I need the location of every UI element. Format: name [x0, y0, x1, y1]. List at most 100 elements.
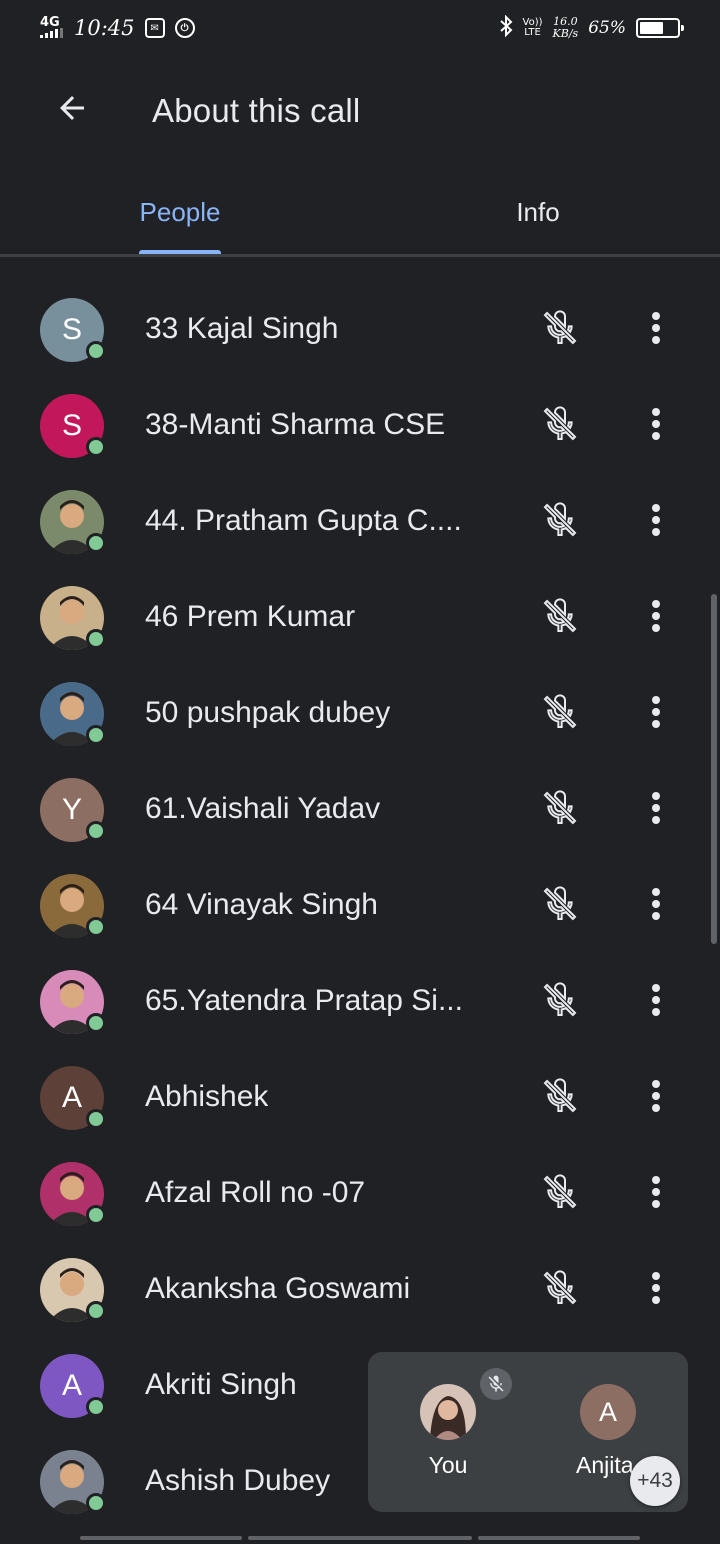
app-bar: About this call [0, 56, 720, 170]
mic-off-icon [543, 694, 577, 729]
mute-participant-button[interactable] [532, 300, 588, 356]
arrow-left-icon [60, 96, 84, 120]
more-options-button[interactable] [628, 876, 684, 932]
more-options-button[interactable] [628, 300, 684, 356]
mic-off-icon [543, 982, 577, 1017]
participant-name: 38-Manti Sharma CSE [145, 408, 446, 441]
more-vert-icon [652, 1272, 660, 1304]
participant-row[interactable]: 46 Prem Kumar [0, 576, 720, 672]
online-status-dot [86, 629, 106, 649]
more-options-button[interactable] [628, 1068, 684, 1124]
speed-unit: KB/s [552, 27, 579, 40]
participant-name: 65.Yatendra Pratap Si... [145, 984, 463, 1017]
volte-icon: Vo)) LTE [523, 18, 543, 38]
back-button[interactable] [44, 80, 100, 136]
participant-row[interactable]: Akanksha Goswami [0, 1248, 720, 1344]
online-status-dot [86, 1109, 106, 1129]
mute-participant-button[interactable] [532, 972, 588, 1028]
mic-off-icon [543, 502, 577, 537]
mic-off-icon [543, 598, 577, 633]
participant-name: 33 Kajal Singh [145, 312, 339, 345]
participant-row[interactable]: A Abhishek [0, 1056, 720, 1152]
participant-name: Abhishek [145, 1080, 269, 1113]
more-options-button[interactable] [628, 588, 684, 644]
participant-row[interactable]: 44. Pratham Gupta C.... [0, 480, 720, 576]
battery-fill [640, 22, 664, 34]
status-time: 10:45 [74, 16, 135, 40]
tab-divider [0, 254, 720, 257]
participant-row[interactable]: 64 Vinayak Singh [0, 864, 720, 960]
more-options-button[interactable] [628, 780, 684, 836]
battery-icon [636, 18, 684, 38]
more-vert-icon [652, 888, 660, 920]
more-vert-icon [652, 312, 660, 344]
participant-name: Ashish Dubey [145, 1464, 331, 1497]
online-status-dot [86, 821, 106, 841]
status-bar-left: 4G 10:45 ✉ ⏻ [40, 16, 195, 40]
online-status-dot [86, 1397, 106, 1417]
participant-name: 50 pushpak dubey [145, 696, 391, 729]
mute-participant-button[interactable] [532, 1164, 588, 1220]
mic-off-icon [543, 886, 577, 921]
more-options-button[interactable] [628, 396, 684, 452]
more-vert-icon [652, 984, 660, 1016]
online-status-dot [86, 437, 106, 457]
network-speed: 16.0 KB/s [553, 16, 579, 40]
participant-row[interactable]: 50 pushpak dubey [0, 672, 720, 768]
tab-info[interactable]: Info [398, 170, 678, 254]
bottom-edge-segment [248, 1536, 472, 1540]
mute-participant-button[interactable] [532, 1068, 588, 1124]
participant-name: 64 Vinayak Singh [145, 888, 378, 921]
mic-off-icon [543, 1078, 577, 1113]
participant-row[interactable]: S 38-Manti Sharma CSE [0, 384, 720, 480]
scrollbar[interactable] [711, 594, 717, 944]
more-options-button[interactable] [628, 1164, 684, 1220]
you-label: You [428, 1452, 468, 1478]
online-status-dot [86, 341, 106, 361]
mute-participant-button[interactable] [532, 492, 588, 548]
participant-row[interactable]: Afzal Roll no -07 [0, 1152, 720, 1248]
participant-name: Afzal Roll no -07 [145, 1176, 366, 1209]
status-bar: 4G 10:45 ✉ ⏻ Vo)) LTE 16.0 KB/s 65% [0, 0, 720, 56]
gmail-notification-icon: ✉ [144, 18, 165, 38]
more-vert-icon [652, 504, 660, 536]
page-title: About this call [152, 92, 361, 129]
more-options-button[interactable] [628, 492, 684, 548]
tab-bar: People Info [0, 170, 720, 258]
mute-participant-button[interactable] [532, 780, 588, 836]
mute-participant-button[interactable] [532, 588, 588, 644]
status-bar-right: Vo)) LTE 16.0 KB/s 65% [499, 14, 684, 41]
mute-participant-button[interactable] [532, 684, 588, 740]
online-status-dot [86, 1301, 106, 1321]
online-status-dot [86, 725, 106, 745]
participant-row[interactable]: 65.Yatendra Pratap Si... [0, 960, 720, 1056]
mic-off-icon [543, 1174, 577, 1209]
call-preview-tile[interactable]: You A Anjita +43 [368, 1352, 688, 1512]
more-options-button[interactable] [628, 1260, 684, 1316]
mute-participant-button[interactable] [532, 876, 588, 932]
tab-people[interactable]: People [40, 170, 320, 254]
app-notification-icon: ⏻ [174, 18, 195, 38]
mic-off-icon [543, 1270, 577, 1305]
bottom-edge-segment [80, 1536, 242, 1540]
mic-off-icon [543, 406, 577, 441]
participant-row[interactable]: Y 61.Vaishali Yadav [0, 768, 720, 864]
participant-name: 46 Prem Kumar [145, 600, 356, 633]
participant-name: Akanksha Goswami [145, 1272, 411, 1305]
more-participants-badge[interactable]: +43 [630, 1456, 680, 1506]
online-status-dot [86, 1013, 106, 1033]
online-status-dot [86, 533, 106, 553]
more-options-button[interactable] [628, 972, 684, 1028]
mute-participant-button[interactable] [532, 396, 588, 452]
mic-off-icon [543, 790, 577, 825]
you-muted-indicator [480, 1368, 512, 1400]
online-status-dot [86, 1205, 106, 1225]
more-vert-icon [652, 792, 660, 824]
you-avatar [420, 1384, 476, 1440]
mute-participant-button[interactable] [532, 1260, 588, 1316]
network-type: 4G [40, 14, 60, 30]
participant-row[interactable]: S 33 Kajal Singh [0, 288, 720, 384]
more-vert-icon [652, 600, 660, 632]
more-options-button[interactable] [628, 684, 684, 740]
more-vert-icon [652, 1176, 660, 1208]
